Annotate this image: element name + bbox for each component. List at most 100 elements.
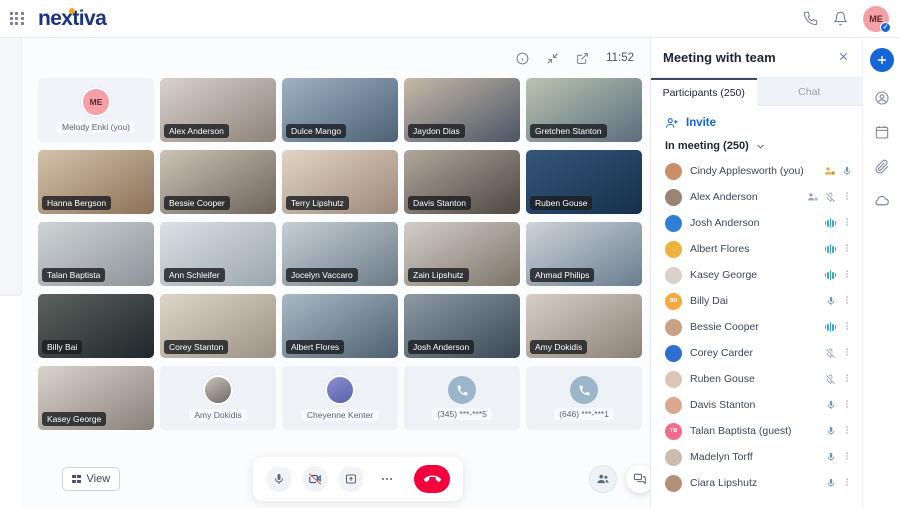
video-tile[interactable]: ME Melody Enki (you) bbox=[38, 78, 154, 142]
microphone-icon[interactable] bbox=[826, 478, 836, 488]
calendar-icon[interactable] bbox=[874, 124, 890, 140]
grid-apps-icon[interactable] bbox=[9, 11, 25, 27]
microphone-icon[interactable] bbox=[266, 466, 292, 492]
microphone-muted-icon[interactable] bbox=[825, 348, 836, 359]
add-icon[interactable] bbox=[869, 48, 894, 72]
brand-logo[interactable]: nextiva bbox=[38, 7, 107, 31]
participant-avatar: BD bbox=[665, 292, 682, 310]
video-tile[interactable]: Cheyenne Kenter bbox=[282, 366, 398, 430]
close-icon[interactable] bbox=[837, 50, 850, 66]
video-tile[interactable]: Billy Bai bbox=[38, 294, 154, 358]
tile-nameplate: Talan Baptista bbox=[42, 268, 106, 282]
video-tile[interactable]: Amy Dokidis bbox=[526, 294, 642, 358]
microphone-icon[interactable] bbox=[842, 166, 852, 176]
collapse-arrows-icon[interactable] bbox=[546, 52, 559, 65]
video-tile[interactable]: Jocelyn Vaccaro bbox=[282, 222, 398, 286]
video-tile[interactable]: Terry Lipshutz bbox=[282, 150, 398, 214]
host-icon[interactable] bbox=[824, 165, 836, 177]
participant-row[interactable]: Ruben Gouse bbox=[651, 366, 862, 392]
video-tile[interactable]: Ann Schleifer bbox=[160, 222, 276, 286]
more-options-icon[interactable] bbox=[842, 347, 852, 360]
participant-row[interactable]: Albert Flores bbox=[651, 236, 862, 262]
participant-row[interactable]: Corey Carder bbox=[651, 340, 862, 366]
cloud-icon[interactable] bbox=[873, 192, 890, 209]
tile-nameplate: Corey Stanton bbox=[164, 340, 229, 354]
microphone-icon[interactable] bbox=[826, 296, 836, 306]
user-avatar[interactable]: ME ✓ bbox=[863, 5, 891, 33]
more-options-icon[interactable] bbox=[842, 217, 852, 230]
tab-chat[interactable]: Chat bbox=[756, 78, 862, 106]
video-tile[interactable]: Albert Flores bbox=[282, 294, 398, 358]
participant-row[interactable]: Bessie Cooper bbox=[651, 314, 862, 340]
invite-button[interactable]: Invite bbox=[651, 106, 862, 138]
more-options-icon[interactable] bbox=[842, 269, 852, 282]
video-tile[interactable]: Ahmad Philips bbox=[526, 222, 642, 286]
end-call-button[interactable] bbox=[414, 465, 450, 493]
more-options-icon[interactable] bbox=[842, 191, 852, 204]
share-screen-icon[interactable] bbox=[338, 466, 364, 492]
cohost-icon[interactable] bbox=[807, 191, 819, 203]
participant-row[interactable]: BD Billy Dai bbox=[651, 288, 862, 314]
more-options-icon[interactable] bbox=[842, 295, 852, 308]
open-external-icon[interactable] bbox=[576, 52, 589, 65]
info-icon[interactable] bbox=[516, 52, 529, 65]
meeting-side-panel: Meeting with team Participants (250) Cha… bbox=[650, 38, 862, 508]
video-tile[interactable]: (646) ***-***1 bbox=[526, 366, 642, 430]
participant-list[interactable]: Cindy Applesworth (you) Alex Anderson Josh… bbox=[651, 158, 862, 508]
participant-row[interactable]: Ciara Lipshutz bbox=[651, 470, 862, 496]
more-options-icon[interactable] bbox=[842, 373, 852, 386]
microphone-icon[interactable] bbox=[826, 400, 836, 410]
participant-row[interactable]: Madelyn Torff bbox=[651, 444, 862, 470]
camera-off-icon[interactable] bbox=[302, 466, 328, 492]
speaking-indicator-icon bbox=[824, 244, 836, 254]
video-tile[interactable]: Josh Anderson bbox=[404, 294, 520, 358]
left-sidebar-collapsed[interactable] bbox=[0, 38, 22, 296]
top-bar-actions: ME ✓ bbox=[803, 5, 900, 33]
video-tile[interactable]: Corey Stanton bbox=[160, 294, 276, 358]
video-tile[interactable]: Ruben Gouse bbox=[526, 150, 642, 214]
meeting-clock: 11:52 bbox=[606, 52, 634, 64]
video-tile[interactable]: Dulce Mango bbox=[282, 78, 398, 142]
attachment-icon[interactable] bbox=[874, 158, 890, 174]
more-options-icon[interactable] bbox=[842, 243, 852, 256]
more-options-icon[interactable] bbox=[842, 399, 852, 412]
microphone-icon[interactable] bbox=[826, 452, 836, 462]
video-tile[interactable]: Amy Dokidis bbox=[160, 366, 276, 430]
video-tile[interactable]: Kasey George bbox=[38, 366, 154, 430]
participant-row[interactable]: TB Talan Baptista (guest) bbox=[651, 418, 862, 444]
participant-row[interactable]: Josh Anderson bbox=[651, 210, 862, 236]
more-options-icon[interactable] bbox=[842, 425, 852, 438]
microphone-muted-icon[interactable] bbox=[825, 374, 836, 385]
video-tile[interactable]: Jaydon Dias bbox=[404, 78, 520, 142]
video-tile[interactable]: Zain Lipshutz bbox=[404, 222, 520, 286]
video-tile[interactable]: Davis Stanton bbox=[404, 150, 520, 214]
participant-avatar bbox=[665, 344, 682, 362]
phone-icon[interactable] bbox=[803, 11, 818, 26]
participants-icon[interactable] bbox=[589, 465, 617, 493]
video-tile[interactable]: Gretchen Stanton bbox=[526, 78, 642, 142]
tab-participants[interactable]: Participants (250) bbox=[651, 78, 757, 106]
microphone-icon[interactable] bbox=[826, 426, 836, 436]
video-tile[interactable]: Talan Baptista bbox=[38, 222, 154, 286]
participant-row[interactable]: Kasey George bbox=[651, 262, 862, 288]
more-options-icon[interactable] bbox=[842, 321, 852, 334]
video-tile[interactable]: Bessie Cooper bbox=[160, 150, 276, 214]
microphone-muted-icon[interactable] bbox=[825, 192, 836, 203]
video-tile[interactable]: Alex Anderson bbox=[160, 78, 276, 142]
in-meeting-section-header[interactable]: In meeting (250) bbox=[651, 138, 862, 158]
bell-icon[interactable] bbox=[833, 11, 848, 26]
more-options-icon[interactable] bbox=[374, 466, 400, 492]
participant-avatar bbox=[665, 448, 682, 466]
meeting-stage: 11:52 ME Melody Enki (you) Alex Anderson Du… bbox=[22, 38, 654, 508]
view-button[interactable]: View bbox=[62, 467, 121, 491]
video-tile[interactable]: (345) ***-***5 bbox=[404, 366, 520, 430]
more-options-icon[interactable] bbox=[842, 477, 852, 490]
video-tile[interactable]: Hanna Bergson bbox=[38, 150, 154, 214]
contacts-icon[interactable] bbox=[874, 90, 890, 106]
participant-row[interactable]: Alex Anderson bbox=[651, 184, 862, 210]
participant-row-icons bbox=[826, 399, 852, 412]
participant-row[interactable]: Davis Stanton bbox=[651, 392, 862, 418]
more-options-icon[interactable] bbox=[842, 451, 852, 464]
participant-row[interactable]: Cindy Applesworth (you) bbox=[651, 158, 862, 184]
invite-label: Invite bbox=[686, 117, 717, 129]
